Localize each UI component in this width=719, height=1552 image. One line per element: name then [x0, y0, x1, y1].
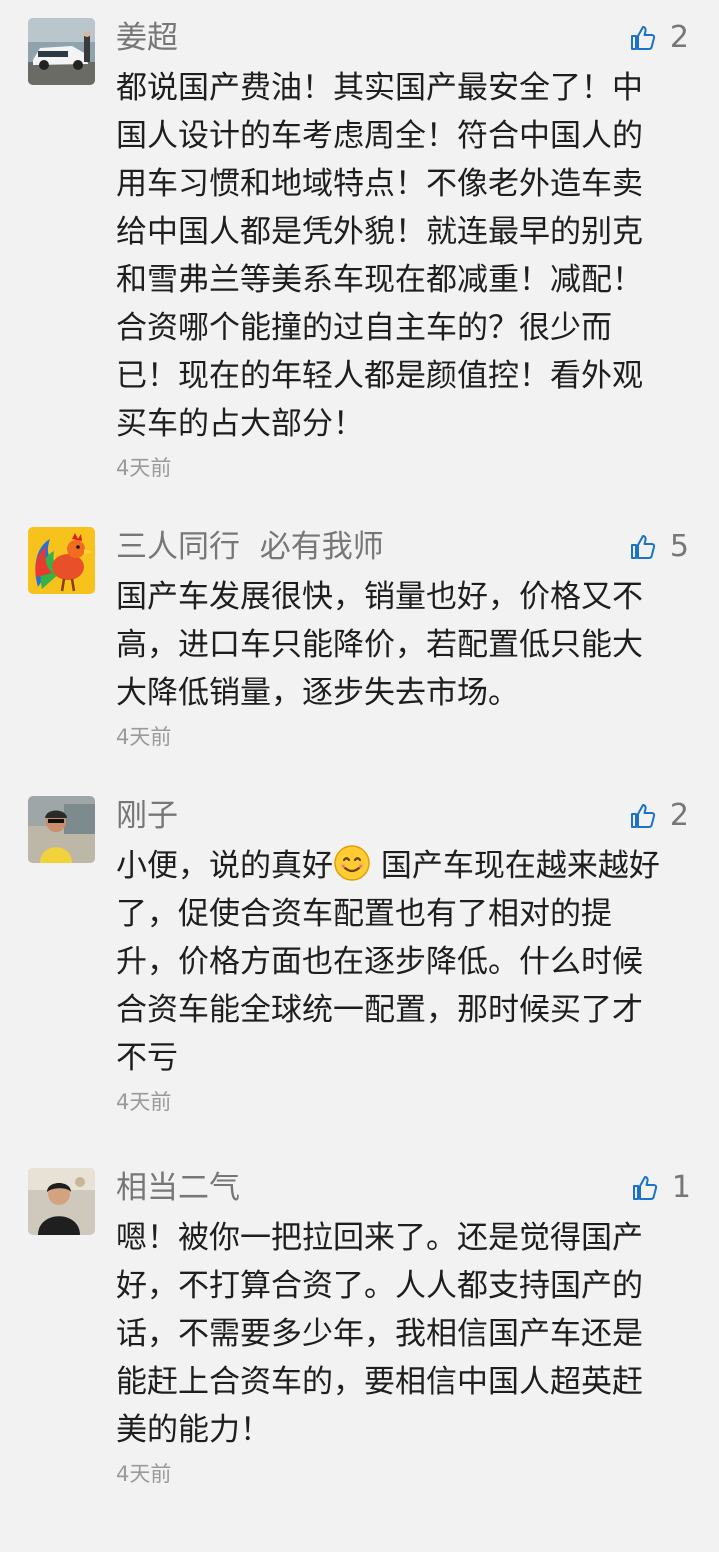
comment-item: 刚子 2 小便，说的真好 国产车现在越来越好 了，促使合资车配置也有了相对的提 … [0, 796, 719, 1126]
like-button[interactable]: 2 [630, 18, 689, 58]
comment-line: 了，促使合资车配置也有了相对的提 [116, 896, 612, 932]
comment-time: 4天前 [116, 1462, 172, 1486]
like-count: 1 [671, 1170, 691, 1205]
comment-text: 小便，说的真好 国产车现在越来越好 了，促使合资车配置也有了相对的提 升，价格方… [116, 842, 686, 1082]
comment-line: 嗯！被你一把拉回来了。还是觉得国产 [116, 1220, 643, 1256]
person-photo-icon [28, 1168, 95, 1235]
thumbs-up-icon [632, 1176, 658, 1200]
comment-line: 合资哪个能撞的过自主车的？很少而 [116, 310, 612, 346]
comment-author[interactable]: 三人同行 必有我师 [116, 527, 384, 567]
comment-line: 国产车发展很快，销量也好，价格又不 [116, 579, 643, 615]
avatar[interactable] [28, 527, 95, 594]
comment-author[interactable]: 刚子 [116, 796, 178, 836]
thumbs-up-icon [630, 535, 656, 559]
comment-line: 好，不打算合资了。人人都支持国产的 [116, 1268, 643, 1304]
like-count: 2 [669, 20, 689, 55]
comment-text: 国产车发展很快，销量也好，价格又不 高，进口车只能降价，若配置低只能大 大降低销… [116, 573, 686, 717]
person-photo-icon [28, 796, 95, 863]
thumbs-up-icon [630, 26, 656, 50]
comment-text-after-emoji: 国产车现在越来越好 [371, 848, 660, 884]
like-button[interactable]: 2 [630, 796, 689, 836]
like-count: 5 [669, 529, 689, 564]
like-count: 2 [669, 798, 689, 833]
avatar[interactable] [28, 18, 95, 85]
comment-line: 合资车能全球统一配置，那时候买了才 [116, 992, 643, 1028]
comment-line: 小便，说的真好 国产车现在越来越好 [116, 842, 686, 890]
comment-line: 话，不需要多少年，我相信国产车还是 [116, 1316, 643, 1352]
smile-emoji-icon [333, 844, 371, 882]
comment-text: 嗯！被你一把拉回来了。还是觉得国产 好，不打算合资了。人人都支持国产的 话，不需… [116, 1214, 686, 1454]
comment-line: 不亏 [116, 1040, 178, 1076]
comment-line: 给中国人都是凭外貌！就连最早的别克 [116, 214, 643, 250]
comment-line: 美的能力！ [116, 1412, 271, 1448]
comment-time: 4天前 [116, 1090, 172, 1114]
comment-line: 国人设计的车考虑周全！符合中国人的 [116, 118, 643, 154]
comment-line: 高，进口车只能降价，若配置低只能大 [116, 627, 643, 663]
comment-line: 能赶上合资车的，要相信中国人超英赶 [116, 1364, 643, 1400]
car-photo-icon [28, 18, 95, 85]
comment-item: 三人同行 必有我师 5 国产车发展很快，销量也好，价格又不 高，进口车只能降价，… [0, 527, 719, 757]
thumbs-up-icon [630, 804, 656, 828]
comment-time: 4天前 [116, 456, 172, 480]
like-button[interactable]: 5 [630, 527, 689, 567]
comment-text-before-emoji: 小便，说的真好 [116, 848, 333, 884]
comment-line: 大降低销量，逐步失去市场。 [116, 675, 519, 711]
comment-item: 姜超 2 都说国产费油！其实国产最安全了！中 国人设计的车考虑周全！符合中国人的… [0, 18, 719, 488]
comment-line: 都说国产费油！其实国产最安全了！中 [116, 70, 643, 106]
comment-time: 4天前 [116, 725, 172, 749]
like-button[interactable]: 1 [632, 1168, 691, 1208]
comment-line: 买车的占大部分！ [116, 406, 364, 442]
comment-author[interactable]: 相当二气 [116, 1168, 240, 1208]
comment-item: 相当二气 1 嗯！被你一把拉回来了。还是觉得国产 好，不打算合资了。人人都支持国… [0, 1168, 719, 1488]
avatar[interactable] [28, 1168, 95, 1235]
comment-line: 已！现在的年轻人都是颜值控！看外观 [116, 358, 643, 394]
comment-list: 姜超 2 都说国产费油！其实国产最安全了！中 国人设计的车考虑周全！符合中国人的… [0, 0, 719, 1552]
avatar[interactable] [28, 796, 95, 863]
rooster-icon [28, 527, 95, 594]
comment-text: 都说国产费油！其实国产最安全了！中 国人设计的车考虑周全！符合中国人的 用车习惯… [116, 64, 686, 448]
comment-line: 升，价格方面也在逐步降低。什么时候 [116, 944, 643, 980]
comment-line: 用车习惯和地域特点！不像老外造车卖 [116, 166, 643, 202]
comment-author[interactable]: 姜超 [116, 18, 178, 58]
comment-line: 和雪弗兰等美系车现在都减重！减配！ [116, 262, 643, 298]
